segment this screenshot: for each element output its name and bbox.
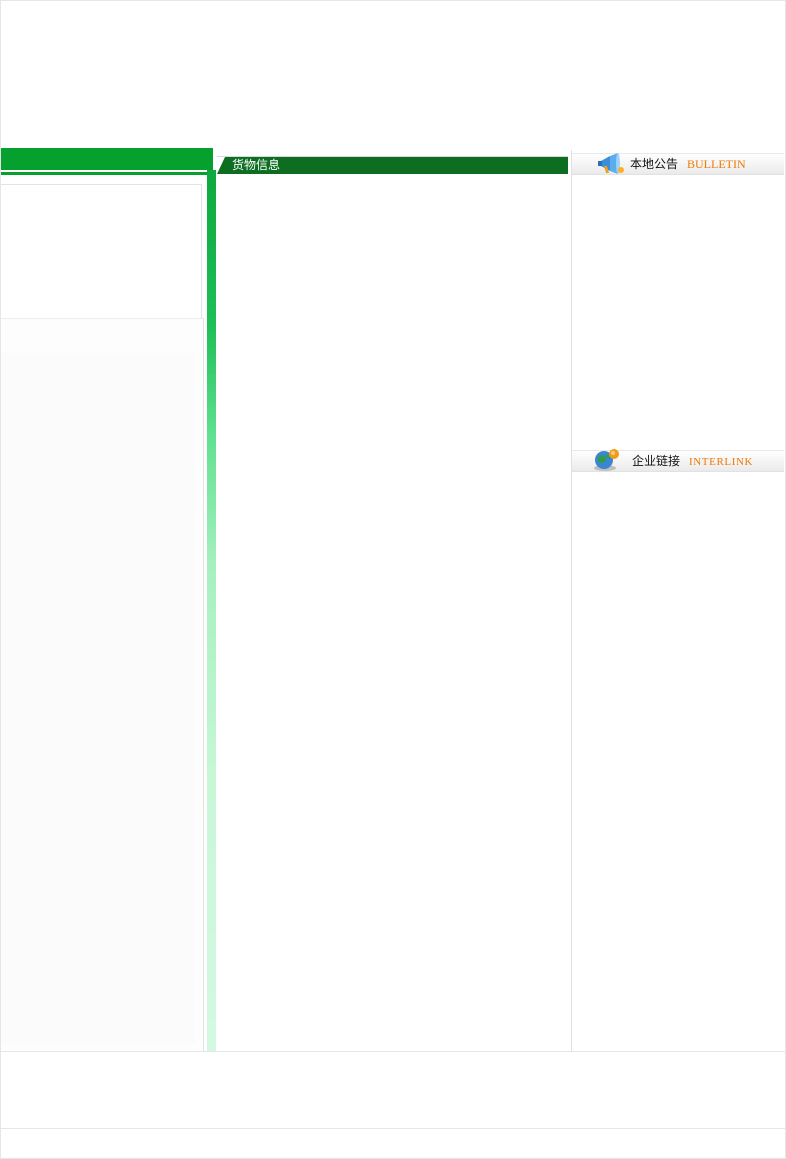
globe-icon <box>594 449 619 471</box>
goods-info-title: 货物信息 <box>232 158 281 172</box>
main-content: 货物信息 <box>215 150 572 1051</box>
bulletin-header[interactable]: 本地公告 BULLETIN <box>572 153 784 175</box>
footer <box>1 1051 785 1129</box>
goods-info-header[interactable]: 货物信息 <box>217 156 568 174</box>
left-header-divider <box>1 172 213 175</box>
left-header-bar <box>1 148 213 170</box>
right-sidebar: 本地公告 BULLETIN 企业链接 INTERLINK <box>572 150 784 1051</box>
megaphone-icon <box>598 153 624 174</box>
interlink-title-en: INTERLINK <box>689 456 754 468</box>
interlink-header[interactable]: 企业链接 INTERLINK <box>572 449 784 472</box>
bulletin-title-en: BULLETIN <box>687 157 746 171</box>
left-top-panel <box>1 184 202 319</box>
interlink-title-cn: 企业链接 <box>632 454 681 468</box>
left-list-area <box>1 353 195 1043</box>
bulletin-title-cn: 本地公告 <box>630 157 679 171</box>
left-sidebar <box>1 148 216 1052</box>
header-notch <box>217 157 225 174</box>
left-bottom-panel <box>1 318 204 1052</box>
